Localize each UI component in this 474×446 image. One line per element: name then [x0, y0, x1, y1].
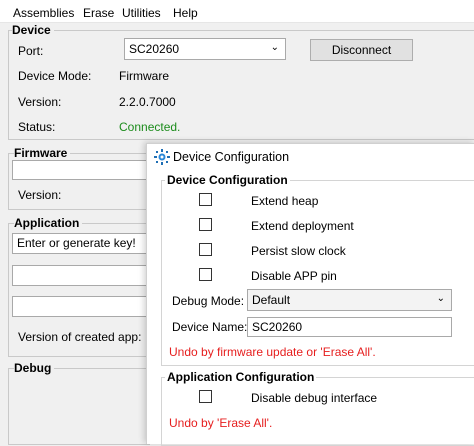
- app-logo-icon: [154, 149, 170, 165]
- app-config-title: Application Configuration: [165, 370, 317, 384]
- disconnect-button[interactable]: Disconnect: [310, 39, 413, 61]
- dialog-title: Device Configuration: [173, 150, 290, 164]
- version-value: 2.2.0.7000: [119, 95, 176, 109]
- menu-bar: Assemblies Erase Utilities Help: [0, 0, 474, 23]
- port-value: SC20260: [129, 42, 180, 56]
- firmware-path-field[interactable]: [12, 160, 148, 180]
- app-field-2[interactable]: [12, 265, 148, 286]
- application-group-title: Application: [14, 216, 83, 230]
- device-name-label: Device Name:: [172, 320, 248, 334]
- device-undo-note: Undo by firmware update or 'Erase All'.: [169, 345, 376, 359]
- version-label: Version:: [18, 95, 62, 109]
- device-mode-value: Firmware: [119, 69, 169, 83]
- menu-help[interactable]: Help: [173, 6, 198, 20]
- debug-mode-value: Default: [252, 293, 291, 307]
- chevron-down-icon: ⌄: [436, 293, 445, 304]
- device-configuration-dialog: Device Configuration Device Configuratio…: [146, 143, 474, 446]
- disable-debug-interface-label: Disable debug interface: [251, 391, 378, 405]
- disable-app-pin-label: Disable APP pin: [251, 269, 337, 283]
- extend-heap-label: Extend heap: [251, 194, 319, 208]
- persist-slow-clock-label: Persist slow clock: [251, 244, 346, 258]
- extend-heap-checkbox[interactable]: [199, 193, 212, 206]
- debug-mode-label: Debug Mode:: [172, 294, 245, 308]
- port-label: Port:: [18, 44, 44, 58]
- firmware-version-label: Version:: [18, 188, 62, 202]
- debug-mode-select[interactable]: Default ⌄: [247, 289, 452, 311]
- chevron-down-icon: ⌄: [270, 42, 279, 53]
- debug-group-title: Debug: [14, 361, 55, 375]
- status-label: Status:: [18, 120, 56, 134]
- disable-debug-interface-checkbox[interactable]: [199, 390, 212, 403]
- app-field-3[interactable]: [12, 296, 148, 317]
- menu-utilities[interactable]: Utilities: [122, 6, 161, 20]
- created-app-version-label: Version of created app:: [18, 330, 142, 344]
- menu-assemblies[interactable]: Assemblies: [13, 6, 74, 20]
- status-value: Connected.: [119, 120, 181, 134]
- device-mode-label: Device Mode:: [18, 69, 92, 83]
- menu-erase[interactable]: Erase: [83, 6, 114, 20]
- debug-group: [8, 368, 150, 445]
- disable-app-pin-checkbox[interactable]: [199, 268, 212, 281]
- extend-deployment-label: Extend deployment: [251, 219, 354, 233]
- app-undo-note: Undo by 'Erase All'.: [169, 416, 273, 430]
- persist-slow-clock-checkbox[interactable]: [199, 243, 212, 256]
- device-config-title: Device Configuration: [165, 173, 290, 187]
- extend-deployment-checkbox[interactable]: [199, 218, 212, 231]
- device-name-input[interactable]: SC20260: [247, 317, 452, 337]
- app-key-field[interactable]: Enter or generate key!: [12, 233, 148, 254]
- firmware-group-title: Firmware: [14, 146, 71, 160]
- app-config-group: [161, 377, 474, 446]
- device-group-title: Device: [12, 23, 54, 37]
- port-select[interactable]: SC20260 ⌄: [124, 38, 286, 60]
